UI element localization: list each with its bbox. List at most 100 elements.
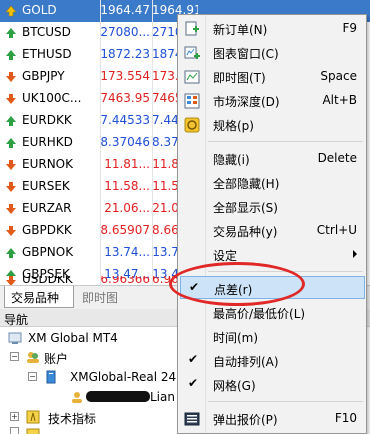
symbol-name: UK100C... bbox=[22, 91, 82, 105]
terminal-icon bbox=[8, 332, 22, 344]
market-depth-icon bbox=[184, 93, 200, 109]
checkmark-icon: ✔ bbox=[189, 280, 200, 294]
indicators-icon bbox=[26, 410, 40, 424]
arrow-down-icon bbox=[6, 160, 16, 170]
checkmark-icon: ✔ bbox=[188, 376, 199, 390]
expand-icon[interactable] bbox=[10, 427, 19, 434]
menu-item-shortcut: F9 bbox=[342, 21, 357, 35]
bid-price: 11.81... bbox=[104, 157, 150, 171]
menu-item-label: 即时图(T) bbox=[213, 71, 266, 85]
tree-next-item[interactable] bbox=[0, 427, 200, 434]
symbol-name: EURNOK bbox=[22, 157, 73, 171]
menu-item-shortcut: Alt+B bbox=[322, 93, 357, 107]
menu-item-specification[interactable]: 规格(p) bbox=[180, 113, 365, 136]
chart-window-icon bbox=[184, 46, 200, 59]
tree-accounts-label: 账户 bbox=[44, 352, 69, 366]
arrow-up-icon bbox=[5, 5, 17, 17]
menu-item-time[interactable]: 时间(m) bbox=[180, 325, 365, 348]
tree-root[interactable]: XM Global MT4 bbox=[0, 329, 200, 349]
menu-item-label: 交易品种(y) bbox=[213, 225, 278, 239]
arrow-up-icon bbox=[6, 116, 16, 126]
menu-item-label: 自动排列(A) bbox=[213, 355, 279, 369]
bid-price: 8.37046 bbox=[100, 135, 150, 149]
popup-prices-icon bbox=[184, 412, 200, 426]
folder-icon bbox=[26, 428, 40, 434]
tree-root-label: XM Global MT4 bbox=[28, 331, 118, 345]
menu-item-hide-all[interactable]: 全部隐藏(H) bbox=[180, 171, 365, 194]
menu-item-grid[interactable]: ✔ 网格(G) bbox=[180, 373, 365, 396]
redacted-username bbox=[86, 391, 150, 402]
menu-item-popup-prices[interactable]: 弹出报价(P) F10 bbox=[180, 407, 365, 430]
symbol-name: GBPNOK bbox=[22, 245, 74, 259]
arrow-down-icon bbox=[6, 226, 16, 236]
bid-price: 8.65907 bbox=[100, 223, 150, 237]
tab-symbols[interactable]: 交易品种 bbox=[4, 286, 74, 308]
symbol-name: GOLD bbox=[22, 3, 57, 17]
bid-price: 13.74... bbox=[104, 245, 150, 259]
bid-price: 7463.95 bbox=[100, 91, 150, 105]
menu-item-show-all[interactable]: 全部显示(S) bbox=[180, 195, 365, 218]
menu-item-label: 隐藏(i) bbox=[213, 153, 250, 167]
menu-item-label: 设定 bbox=[213, 249, 238, 263]
bid-price: 7.44533 bbox=[100, 113, 150, 127]
menu-item-label: 全部显示(S) bbox=[213, 201, 278, 215]
user-icon bbox=[72, 392, 82, 403]
menu-item-label: 网格(G) bbox=[213, 379, 256, 393]
arrow-down-icon bbox=[6, 94, 16, 104]
tree-user[interactable]: Lian bbox=[0, 388, 200, 408]
menu-item-auto-arrange[interactable]: ✔ 自动排列(A) bbox=[180, 349, 365, 372]
menu-item-label: 市场深度(D) bbox=[213, 95, 280, 109]
menu-item-market-depth[interactable]: 市场深度(D) Alt+B bbox=[180, 89, 365, 112]
collapse-icon[interactable]: − bbox=[10, 352, 19, 361]
arrow-up-icon bbox=[6, 28, 16, 38]
symbol-name: EURHKD bbox=[22, 135, 73, 149]
menu-item-high-low[interactable]: 最高价/最低价(L) bbox=[180, 301, 365, 324]
collapse-icon[interactable]: − bbox=[28, 372, 37, 381]
tree-account-label: XMGlobal-Real 24 bbox=[70, 370, 177, 384]
menu-item-label: 全部隐藏(H) bbox=[213, 177, 280, 191]
arrow-down-icon bbox=[6, 72, 16, 82]
menu-item-spread[interactable]: ✔ 点差(r) bbox=[180, 276, 365, 299]
specification-icon bbox=[184, 117, 200, 133]
tick-chart-icon bbox=[184, 70, 200, 84]
symbol-name: GBPDKK bbox=[22, 223, 72, 237]
menu-item-tick-chart[interactable]: 即时图(T) Space bbox=[180, 65, 365, 88]
menu-item-label: 弹出报价(P) bbox=[213, 413, 278, 427]
menu-item-chart-window[interactable]: 图表窗口(C) bbox=[180, 41, 365, 64]
arrow-down-icon bbox=[6, 182, 16, 192]
menu-item-shortcut: Ctrl+U bbox=[316, 223, 357, 237]
checkmark-icon: ✔ bbox=[188, 352, 199, 366]
menu-item-label: 最高价/最低价(L) bbox=[213, 307, 306, 321]
menu-item-shortcut: Space bbox=[320, 69, 357, 83]
bid-price: 1964.47 bbox=[100, 3, 150, 17]
menu-item-symbols[interactable]: 交易品种(y) Ctrl+U bbox=[180, 219, 365, 242]
symbol-name: EURZAR bbox=[22, 201, 72, 215]
column-divider bbox=[100, 0, 101, 286]
menu-item-hide[interactable]: 隐藏(i) Delete bbox=[180, 147, 365, 170]
arrow-up-icon bbox=[6, 50, 16, 60]
expand-icon[interactable]: + bbox=[10, 412, 19, 421]
menu-item-label: 图表窗口(C) bbox=[213, 47, 279, 61]
bid-price: 21.06... bbox=[104, 201, 150, 215]
tab-tick-chart[interactable]: 即时图 bbox=[76, 286, 136, 308]
new-order-icon bbox=[185, 21, 199, 36]
navigator-title: 导航 bbox=[4, 313, 29, 327]
symbol-name: EURSEK bbox=[22, 179, 70, 193]
menu-item-sets[interactable]: 设定 bbox=[180, 243, 365, 266]
menu-item-new-order[interactable]: 新订单(N) F9 bbox=[180, 17, 365, 40]
user-name-suffix: Lian bbox=[150, 390, 175, 404]
symbol-name: BTCUSD bbox=[22, 25, 71, 39]
menu-item-label: 规格(p) bbox=[213, 119, 254, 133]
menu-item-shortcut: Delete bbox=[317, 151, 357, 165]
tree-indicators-label: 技术指标 bbox=[48, 412, 97, 426]
menu-separator bbox=[208, 271, 363, 272]
symbol-name: EURDKK bbox=[22, 113, 72, 127]
server-icon bbox=[46, 370, 56, 384]
menu-separator bbox=[208, 401, 363, 402]
menu-item-label: 新订单(N) bbox=[213, 23, 268, 37]
tree-account-server[interactable]: − XMGlobal-Real 24 bbox=[0, 368, 200, 388]
tree-accounts[interactable]: − 账户 bbox=[0, 348, 200, 368]
bid-price: 27080... bbox=[100, 25, 150, 39]
tree-indicators[interactable]: + 技术指标 bbox=[0, 408, 200, 428]
symbol-name: GBPJPY bbox=[22, 69, 65, 83]
